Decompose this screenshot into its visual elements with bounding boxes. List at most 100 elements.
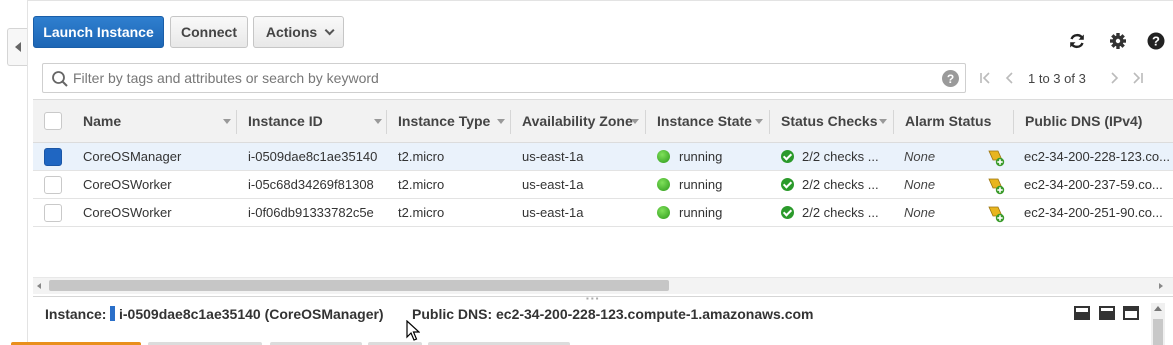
launch-instance-button[interactable]: Launch Instance	[33, 16, 164, 48]
cell-status-checks[interactable]: 2/2 checks ...	[781, 171, 889, 198]
pane-divider[interactable]	[33, 296, 1173, 297]
column-divider[interactable]	[1013, 110, 1014, 134]
state-text: running	[679, 177, 723, 192]
scroll-up-icon[interactable]	[1154, 306, 1162, 311]
cell-instance-state: running	[657, 171, 767, 198]
row-checkbox[interactable]	[44, 204, 62, 222]
state-text: running	[679, 149, 723, 164]
column-header-label: Name	[83, 113, 122, 129]
running-status-icon	[657, 150, 670, 163]
cell-public-dns: ec2-34-200-228-123.co...	[1024, 149, 1170, 164]
table-header: Name Instance ID Instance Type Availabil…	[33, 99, 1173, 143]
row-checkbox[interactable]	[44, 176, 62, 194]
column-header-label: Instance Type	[398, 113, 491, 129]
detail-dns-value: ec2-34-200-228-123.compute-1.amazonaws.c…	[496, 306, 814, 322]
cell-name: CoreOSWorker	[83, 177, 172, 192]
table-row[interactable]: CoreOSManager i-0509dae8c1ae35140 t2.mic…	[33, 143, 1173, 171]
layout-split-pane-icon[interactable]	[1099, 306, 1115, 320]
column-header-public-dns[interactable]: Public DNS (IPv4)	[1025, 100, 1165, 142]
cell-availability-zone: us-east-1a	[522, 149, 584, 164]
cell-name: CoreOSWorker	[83, 205, 172, 220]
scrollbar-thumb[interactable]	[49, 280, 669, 291]
gear-icon[interactable]	[1107, 30, 1129, 52]
cell-alarm-status: None	[904, 177, 936, 192]
cell-status-checks[interactable]: 2/2 checks ...	[781, 143, 889, 170]
cell-alarm-status: None	[904, 205, 936, 220]
search-input[interactable]	[73, 68, 943, 88]
top-border	[27, 0, 1173, 1]
status-checks-text: 2/2 checks ...	[802, 177, 879, 192]
column-divider[interactable]	[386, 110, 387, 134]
vertical-scrollbar[interactable]	[1151, 303, 1165, 345]
first-page-icon[interactable]	[978, 70, 994, 86]
cell-name: CoreOSManager	[83, 149, 182, 164]
previous-page-icon[interactable]	[1002, 70, 1018, 86]
table-row[interactable]: CoreOSWorker i-0f06db91333782c5e t2.micr…	[33, 199, 1173, 227]
cell-instance-id: i-05c68d34269f81308	[248, 177, 374, 192]
horizontal-scrollbar[interactable]	[33, 277, 1173, 294]
cell-public-dns: ec2-34-200-237-59.co...	[1024, 177, 1163, 192]
cell-availability-zone: us-east-1a	[522, 205, 584, 220]
resize-grip-icon[interactable]: ▪▪▪	[586, 295, 601, 303]
status-checks-text: 2/2 checks ...	[802, 149, 879, 164]
collapse-sidebar-button[interactable]	[7, 28, 27, 66]
column-divider[interactable]	[893, 110, 894, 134]
cell-alarm-action[interactable]	[986, 171, 1008, 198]
pagination-text: 1 to 3 of 3	[1028, 71, 1086, 86]
row-checkbox[interactable]	[44, 148, 62, 166]
detail-instance-label: Instance:	[45, 306, 107, 322]
add-alarm-icon	[988, 206, 1005, 222]
column-header-instance-type[interactable]: Instance Type	[398, 100, 513, 142]
column-header-availability-zone[interactable]: Availability Zone	[522, 100, 647, 142]
sort-icon	[755, 119, 763, 124]
help-icon[interactable]: ?	[1145, 30, 1167, 52]
column-divider[interactable]	[236, 110, 237, 134]
state-text: running	[679, 205, 723, 220]
column-divider[interactable]	[510, 110, 511, 134]
actions-label: Actions	[265, 24, 318, 40]
cell-alarm-action[interactable]	[986, 143, 1008, 170]
column-divider[interactable]	[645, 110, 646, 134]
next-page-icon[interactable]	[1106, 70, 1122, 86]
column-header-instance-id[interactable]: Instance ID	[248, 100, 388, 142]
cell-status-checks[interactable]: 2/2 checks ...	[781, 199, 889, 226]
select-all-checkbox[interactable]	[44, 112, 62, 130]
add-alarm-icon	[988, 178, 1005, 194]
column-header-status-checks[interactable]: Status Checks	[781, 100, 893, 142]
scroll-right-icon[interactable]	[1159, 283, 1163, 289]
refresh-icon[interactable]	[1066, 30, 1088, 52]
column-header-instance-state[interactable]: Instance State	[657, 100, 767, 142]
column-header-label: Availability Zone	[522, 113, 633, 129]
cell-instance-type: t2.micro	[398, 205, 445, 220]
layout-maximize-pane-icon[interactable]	[1123, 306, 1139, 320]
search-icon	[51, 70, 69, 91]
check-circle-icon	[781, 178, 794, 191]
column-header-alarm-status[interactable]: Alarm Status	[905, 100, 1015, 142]
sort-icon	[374, 119, 382, 124]
svg-text:?: ?	[1152, 34, 1160, 49]
column-header-name[interactable]: Name	[83, 100, 233, 142]
cell-instance-id: i-0f06db91333782c5e	[248, 205, 374, 220]
connect-button[interactable]: Connect	[170, 16, 248, 48]
search-help-icon[interactable]: ?	[942, 70, 959, 87]
last-page-icon[interactable]	[1129, 70, 1145, 86]
scroll-left-icon[interactable]	[37, 283, 41, 289]
layout-bottom-pane-icon[interactable]	[1074, 306, 1090, 320]
cell-alarm-action[interactable]	[986, 199, 1008, 226]
left-border	[27, 0, 28, 345]
cell-alarm-status: None	[904, 149, 936, 164]
scrollbar-thumb[interactable]	[1153, 319, 1163, 345]
column-header-label: Instance ID	[248, 113, 323, 129]
chevron-left-icon	[14, 42, 21, 52]
cell-availability-zone: us-east-1a	[522, 177, 584, 192]
column-divider[interactable]	[769, 110, 770, 134]
cell-instance-state: running	[657, 199, 767, 226]
actions-dropdown-button[interactable]: Actions	[253, 16, 344, 48]
running-status-icon	[657, 178, 670, 191]
column-header-label: Instance State	[657, 113, 752, 129]
detail-instance-value: i-0509dae8c1ae35140 (CoreOSManager)	[119, 306, 384, 322]
table-row[interactable]: CoreOSWorker i-05c68d34269f81308 t2.micr…	[33, 171, 1173, 199]
detail-dns-label: Public DNS:	[412, 306, 493, 322]
cell-instance-type: t2.micro	[398, 149, 445, 164]
check-circle-icon	[781, 206, 794, 219]
